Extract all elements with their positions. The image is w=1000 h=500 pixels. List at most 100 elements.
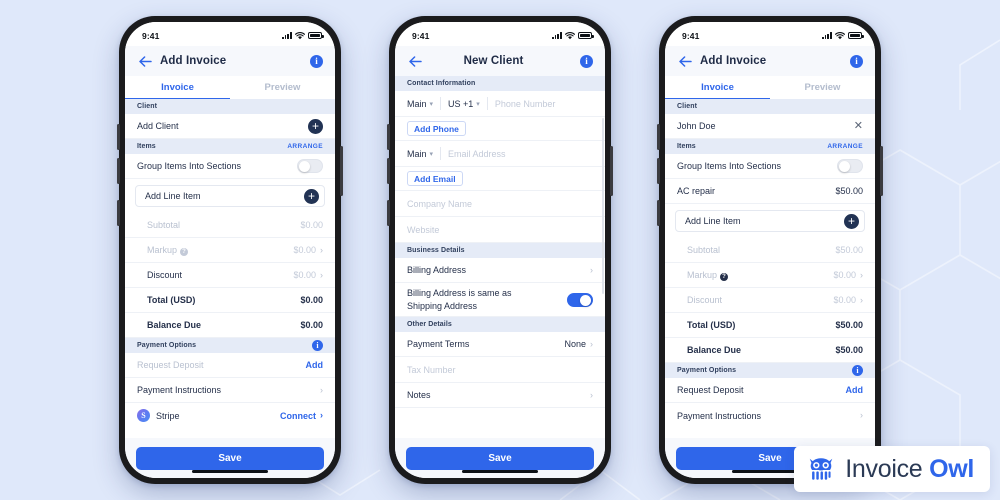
email-address-input[interactable]: Email Address xyxy=(448,149,593,159)
markup-value: $0.00 › xyxy=(833,269,863,280)
help-icon[interactable]: ? xyxy=(720,272,729,281)
section-title: Other Details xyxy=(407,321,452,328)
row-markup[interactable]: Markup? $0.00 › xyxy=(125,238,335,263)
save-button[interactable]: Save xyxy=(406,446,594,470)
logo-word-invoice: Invoice xyxy=(845,454,923,483)
signal-icon xyxy=(551,32,562,39)
group-items-toggle[interactable] xyxy=(837,159,863,173)
wifi-icon xyxy=(295,31,305,40)
row-payment-terms[interactable]: Payment Terms None › xyxy=(395,332,605,357)
billing-address-label: Billing Address xyxy=(407,265,467,275)
logo-text: Invoice Owl xyxy=(845,455,974,484)
line-item-label: AC repair xyxy=(677,186,716,196)
tab-preview[interactable]: Preview xyxy=(770,76,875,99)
country-code-select[interactable]: US +1 ▾ xyxy=(448,99,480,109)
page-title: Add Invoice xyxy=(160,55,227,67)
back-arrow-icon[interactable] xyxy=(407,53,423,69)
phone-add-invoice-filled: 9:41 Add Invoice i Invoice Preview Clien… xyxy=(657,16,883,484)
tab-invoice[interactable]: Invoice xyxy=(665,76,770,99)
back-arrow-icon[interactable] xyxy=(677,53,693,69)
row-discount[interactable]: Discount $0.00 › xyxy=(125,263,335,288)
phone-type-select[interactable]: Main ▾ xyxy=(407,99,433,109)
request-deposit-add[interactable]: Add xyxy=(306,360,324,370)
subtotal-label: Subtotal xyxy=(147,220,181,230)
row-email[interactable]: Main ▾ Email Address xyxy=(395,141,605,167)
section-header-contact-information: Contact Information xyxy=(395,76,605,91)
info-icon[interactable]: i xyxy=(850,54,863,68)
website-input[interactable]: Website xyxy=(407,225,593,235)
payment-terms-label: Payment Terms xyxy=(407,339,470,349)
row-website[interactable]: Website xyxy=(395,217,605,243)
subtotal-label: Subtotal xyxy=(687,245,721,255)
row-request-deposit[interactable]: Request Deposit Add xyxy=(665,378,875,403)
chevron-right-icon: › xyxy=(320,244,323,255)
same-as-shipping-toggle[interactable] xyxy=(567,292,593,307)
group-items-toggle[interactable] xyxy=(297,159,323,173)
row-add-client[interactable]: Add Client + xyxy=(125,114,335,139)
row-request-deposit[interactable]: Request Deposit Add xyxy=(125,353,335,378)
row-add-email: Add Email xyxy=(395,167,605,191)
tab-preview[interactable]: Preview xyxy=(230,76,335,99)
chevron-down-icon: ▾ xyxy=(429,100,434,108)
markup-label: Markup? xyxy=(687,270,729,281)
row-payment-instructions[interactable]: Payment Instructions › xyxy=(665,403,875,428)
row-stripe[interactable]: S Stripe Connect › xyxy=(125,403,335,428)
status-bar: 9:41 xyxy=(395,22,605,46)
status-icons xyxy=(551,31,594,40)
scrollbar[interactable] xyxy=(602,118,604,294)
email-type-select[interactable]: Main ▾ xyxy=(407,149,433,159)
arrange-button[interactable]: ARRANGE xyxy=(287,143,323,150)
wifi-icon xyxy=(835,31,845,40)
info-icon[interactable]: i xyxy=(312,340,323,351)
row-notes[interactable]: Notes › xyxy=(395,383,605,408)
section-title: Items xyxy=(137,143,156,150)
info-icon[interactable]: i xyxy=(310,54,323,68)
phone-number-input[interactable]: Phone Number xyxy=(495,99,593,109)
nav-bar: New Client i xyxy=(395,46,605,76)
section-header-payment-options: Payment Options i xyxy=(665,363,875,378)
group-items-label: Group Items Into Sections xyxy=(677,161,782,171)
phone2-content: Contact Information Main ▾ US +1 ▾ Phone N… xyxy=(395,76,605,438)
row-add-phone: Add Phone xyxy=(395,117,605,141)
request-deposit-label: Request Deposit xyxy=(677,385,744,395)
back-arrow-icon[interactable] xyxy=(137,53,153,69)
row-group-items[interactable]: Group Items Into Sections xyxy=(125,154,335,179)
info-icon[interactable]: i xyxy=(852,365,863,376)
row-markup[interactable]: Markup? $0.00 › xyxy=(665,263,875,288)
plus-icon[interactable]: + xyxy=(308,118,323,134)
request-deposit-add[interactable]: Add xyxy=(846,385,864,395)
row-add-line-item[interactable]: Add Line Item + xyxy=(135,185,325,207)
row-tax-number[interactable]: Tax Number xyxy=(395,357,605,383)
tab-invoice[interactable]: Invoice xyxy=(125,76,230,99)
close-icon[interactable]: ✕ xyxy=(854,120,863,132)
phone2-screen: 9:41 New Client i Contact Information Ma… xyxy=(395,22,605,478)
plus-icon[interactable]: + xyxy=(304,188,319,204)
chevron-right-icon: › xyxy=(320,384,323,395)
add-phone-button[interactable]: Add Phone xyxy=(407,121,466,136)
row-company-name[interactable]: Company Name xyxy=(395,191,605,217)
owl-icon xyxy=(810,458,833,480)
markup-value: $0.00 › xyxy=(293,244,323,255)
wifi-icon xyxy=(565,31,575,40)
info-icon[interactable]: i xyxy=(580,54,593,68)
section-header-client: Client xyxy=(125,99,335,114)
row-add-line-item[interactable]: Add Line Item + xyxy=(675,210,865,232)
help-icon[interactable]: ? xyxy=(180,247,189,256)
stripe-connect[interactable]: Connect › xyxy=(280,411,323,421)
arrange-button[interactable]: ARRANGE xyxy=(827,143,863,150)
row-phone[interactable]: Main ▾ US +1 ▾ Phone Number xyxy=(395,91,605,117)
row-same-as-shipping[interactable]: Billing Address is same as Shipping Addr… xyxy=(395,283,605,317)
row-payment-instructions[interactable]: Payment Instructions › xyxy=(125,378,335,403)
section-title: Contact Information xyxy=(407,80,476,87)
company-name-input[interactable]: Company Name xyxy=(407,199,593,209)
row-discount[interactable]: Discount $0.00 › xyxy=(665,288,875,313)
plus-icon[interactable]: + xyxy=(844,213,859,229)
row-billing-address[interactable]: Billing Address › xyxy=(395,258,605,283)
add-email-button[interactable]: Add Email xyxy=(407,171,463,186)
save-button[interactable]: Save xyxy=(136,446,324,470)
tax-number-input[interactable]: Tax Number xyxy=(407,365,593,375)
row-client[interactable]: John Doe ✕ xyxy=(665,114,875,139)
row-group-items[interactable]: Group Items Into Sections xyxy=(665,154,875,179)
row-line-item[interactable]: AC repair $50.00 xyxy=(665,179,875,204)
status-time: 9:41 xyxy=(142,30,160,41)
